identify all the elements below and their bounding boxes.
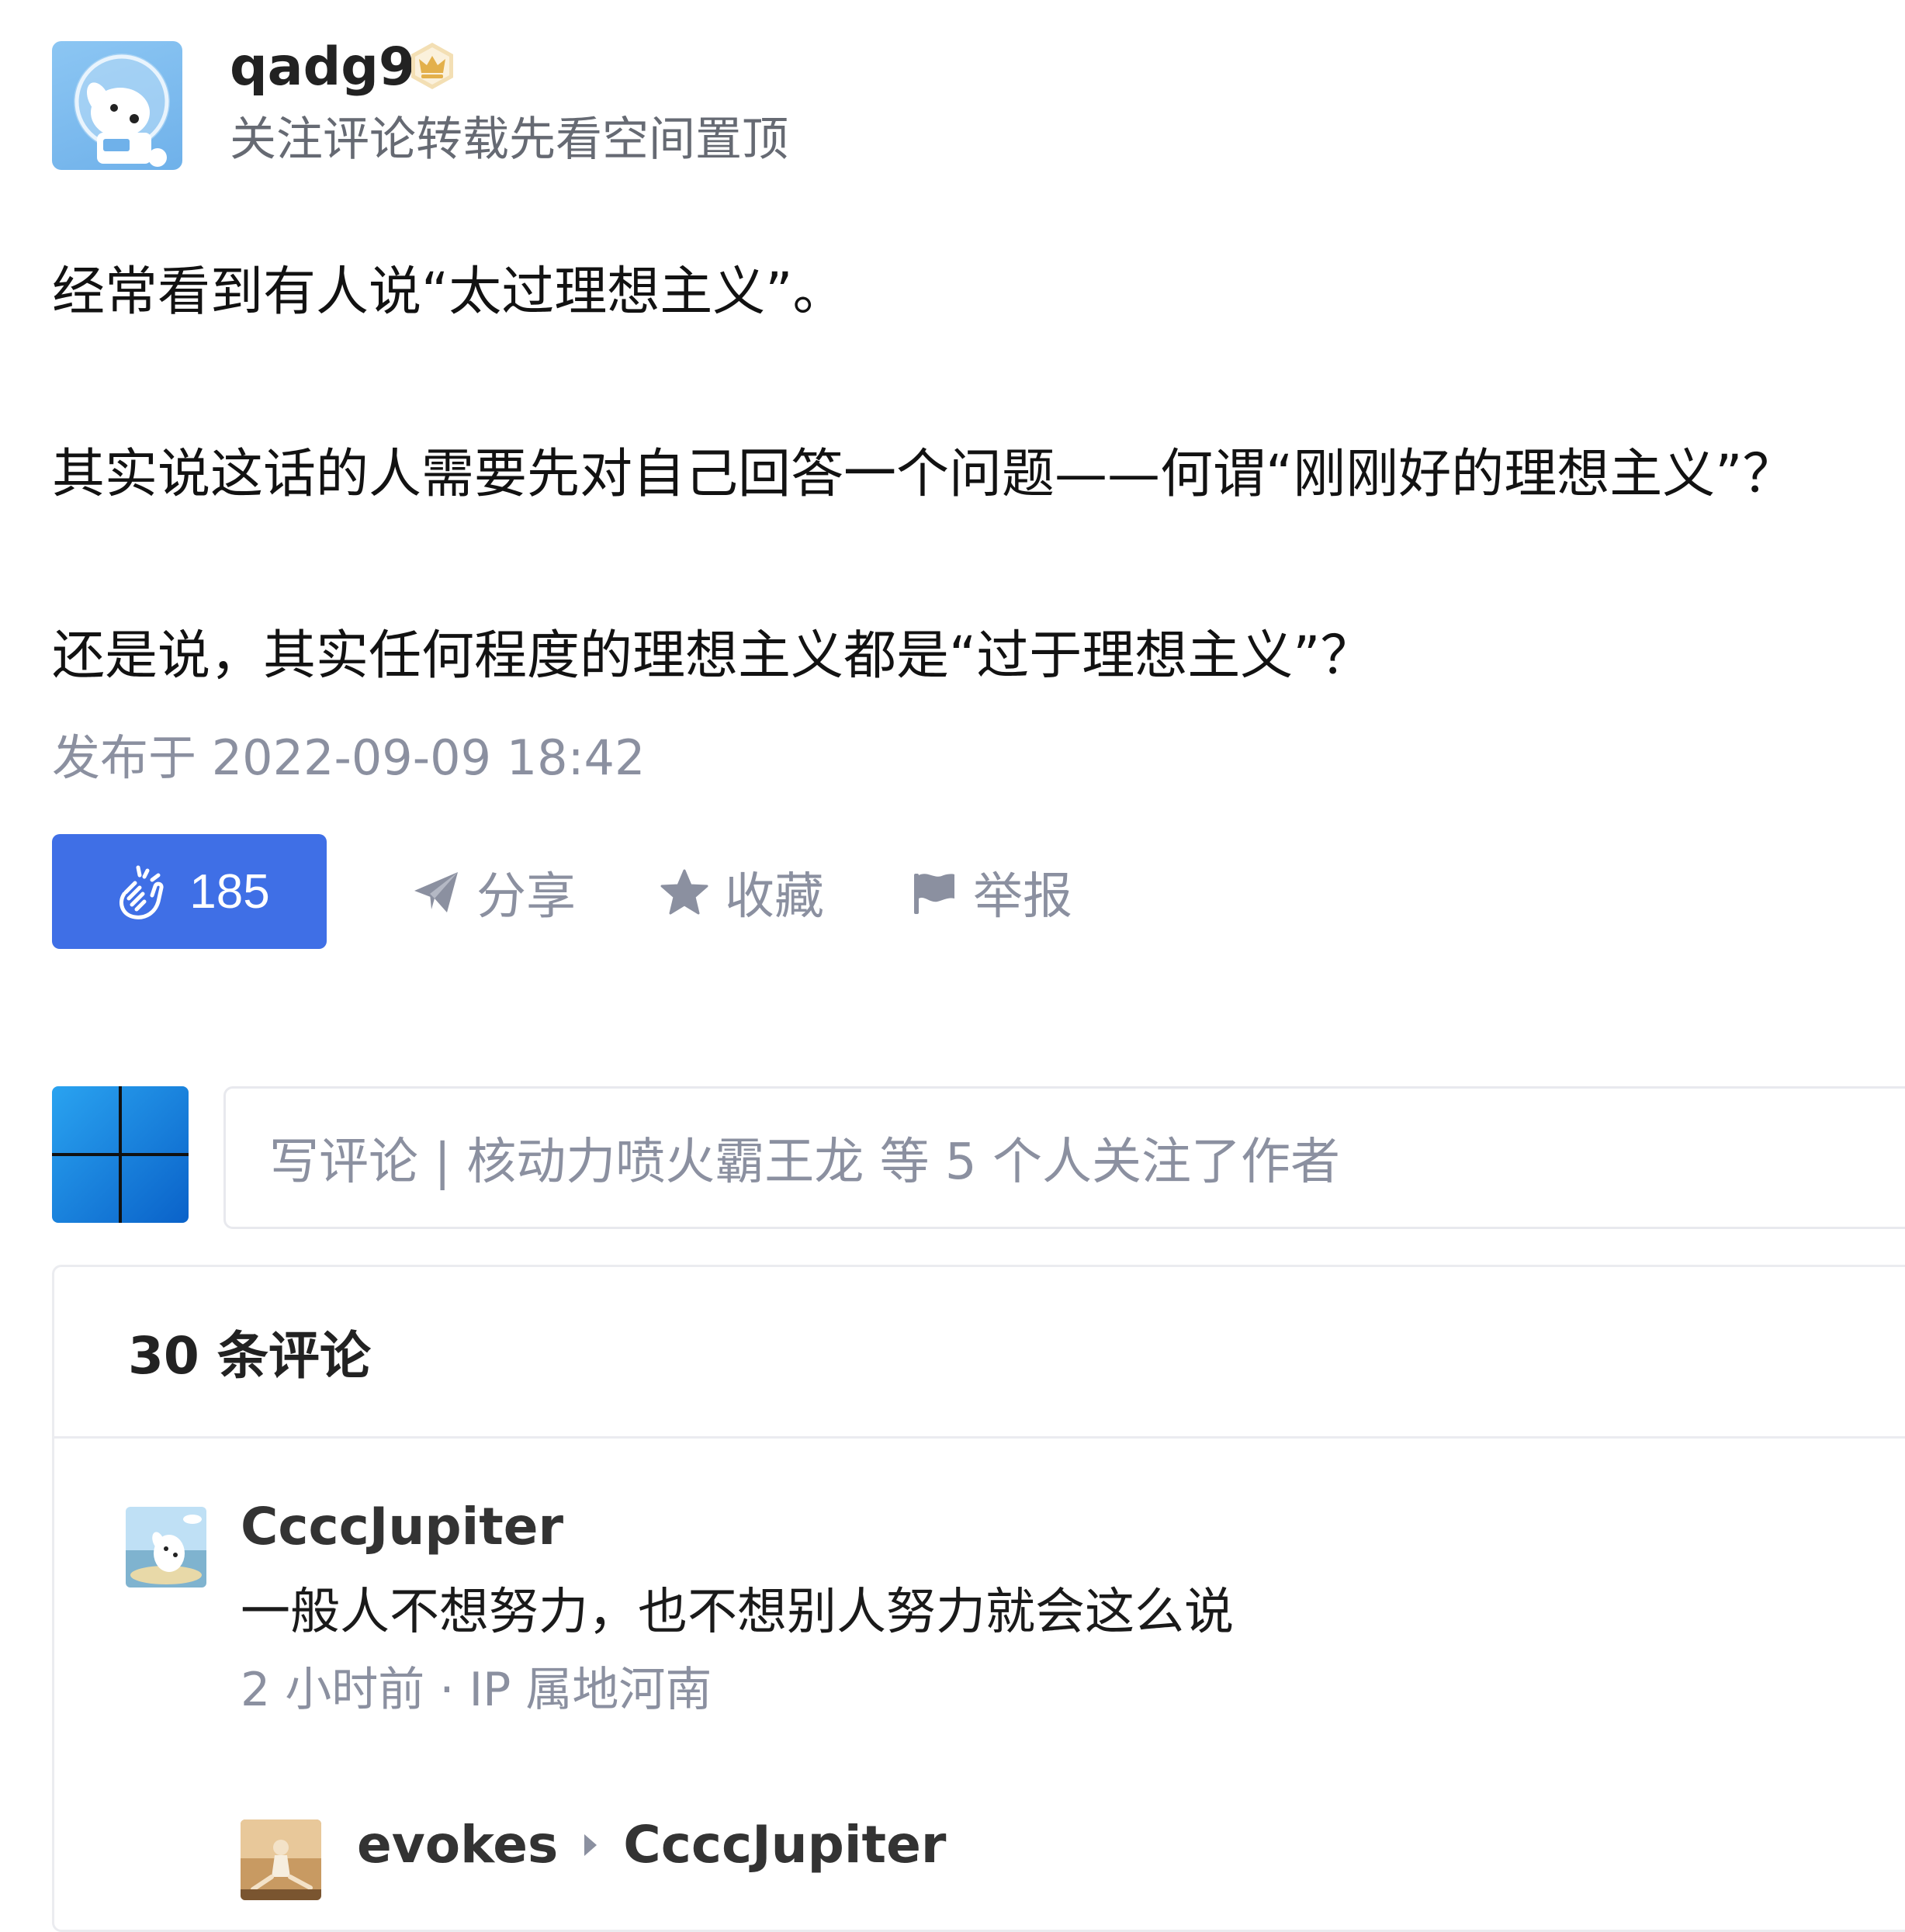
- reply-author[interactable]: evokes: [357, 1810, 558, 1880]
- share-label: 分享: [476, 868, 576, 926]
- author-avatar[interactable]: [52, 41, 182, 170]
- publish-time: 发布于 2022-09-09 18:42: [52, 729, 646, 786]
- author-name[interactable]: qadg9: [230, 33, 415, 102]
- comment-avatar[interactable]: [126, 1507, 206, 1587]
- reply-avatar[interactable]: [241, 1819, 321, 1900]
- dog-beach-avatar-art: [126, 1507, 206, 1587]
- reply-header: evokes CcccJupiter: [357, 1810, 946, 1880]
- post-paragraph: 经常看到有人说“太过理想主义”。: [52, 261, 846, 323]
- author-description: 关注评论转载先看空间置顶: [230, 113, 788, 167]
- clap-count: 185: [189, 864, 270, 919]
- comment-input[interactable]: 写评论 | 核动力喷火霸王龙 等 5 个人关注了作者: [223, 1086, 1905, 1229]
- astronaut-dog-avatar-art: [74, 54, 170, 167]
- comment-text: 一般人不想努力，也不想别人努力就会这么说: [241, 1584, 1234, 1641]
- windows-logo-icon: [52, 1086, 189, 1223]
- dancer-avatar-art: [241, 1819, 321, 1900]
- comment-placeholder: 写评论 | 核动力喷火霸王龙 等 5 个人关注了作者: [269, 1134, 1340, 1191]
- comment-author[interactable]: CcccJupiter: [241, 1492, 563, 1562]
- favorite-label: 收藏: [725, 868, 824, 926]
- crown-icon: [411, 43, 453, 89]
- favorite-button[interactable]: 收藏: [660, 861, 824, 926]
- divider: [54, 1436, 1905, 1439]
- paper-plane-icon: [414, 872, 458, 912]
- report-label: 举报: [973, 868, 1072, 926]
- post-paragraph: 其实说这话的人需要先对自己回答一个问题——何谓“刚刚好的理想主义”？: [52, 444, 1796, 505]
- share-button[interactable]: 分享: [411, 861, 576, 926]
- clap-icon: [119, 865, 164, 919]
- comment-meta: 2 小时前 · IP 属地河南: [241, 1663, 712, 1717]
- current-user-avatar[interactable]: [52, 1086, 189, 1223]
- comments-section: 30 条评论 CcccJupiter 一般人不想努力，也不想别人努力就会这么说 …: [52, 1265, 1905, 1932]
- clap-button[interactable]: 185: [52, 834, 327, 949]
- reply-to-user[interactable]: CcccJupiter: [623, 1810, 946, 1880]
- report-button[interactable]: 举报: [908, 861, 1072, 926]
- comments-count: 30 条评论: [128, 1326, 371, 1386]
- post-paragraph: 还是说，其实任何程度的理想主义都是“过于理想主义”？: [52, 625, 1373, 687]
- flag-icon: [914, 874, 954, 914]
- star-icon: [660, 869, 708, 915]
- reply-arrow-icon: [584, 1834, 597, 1856]
